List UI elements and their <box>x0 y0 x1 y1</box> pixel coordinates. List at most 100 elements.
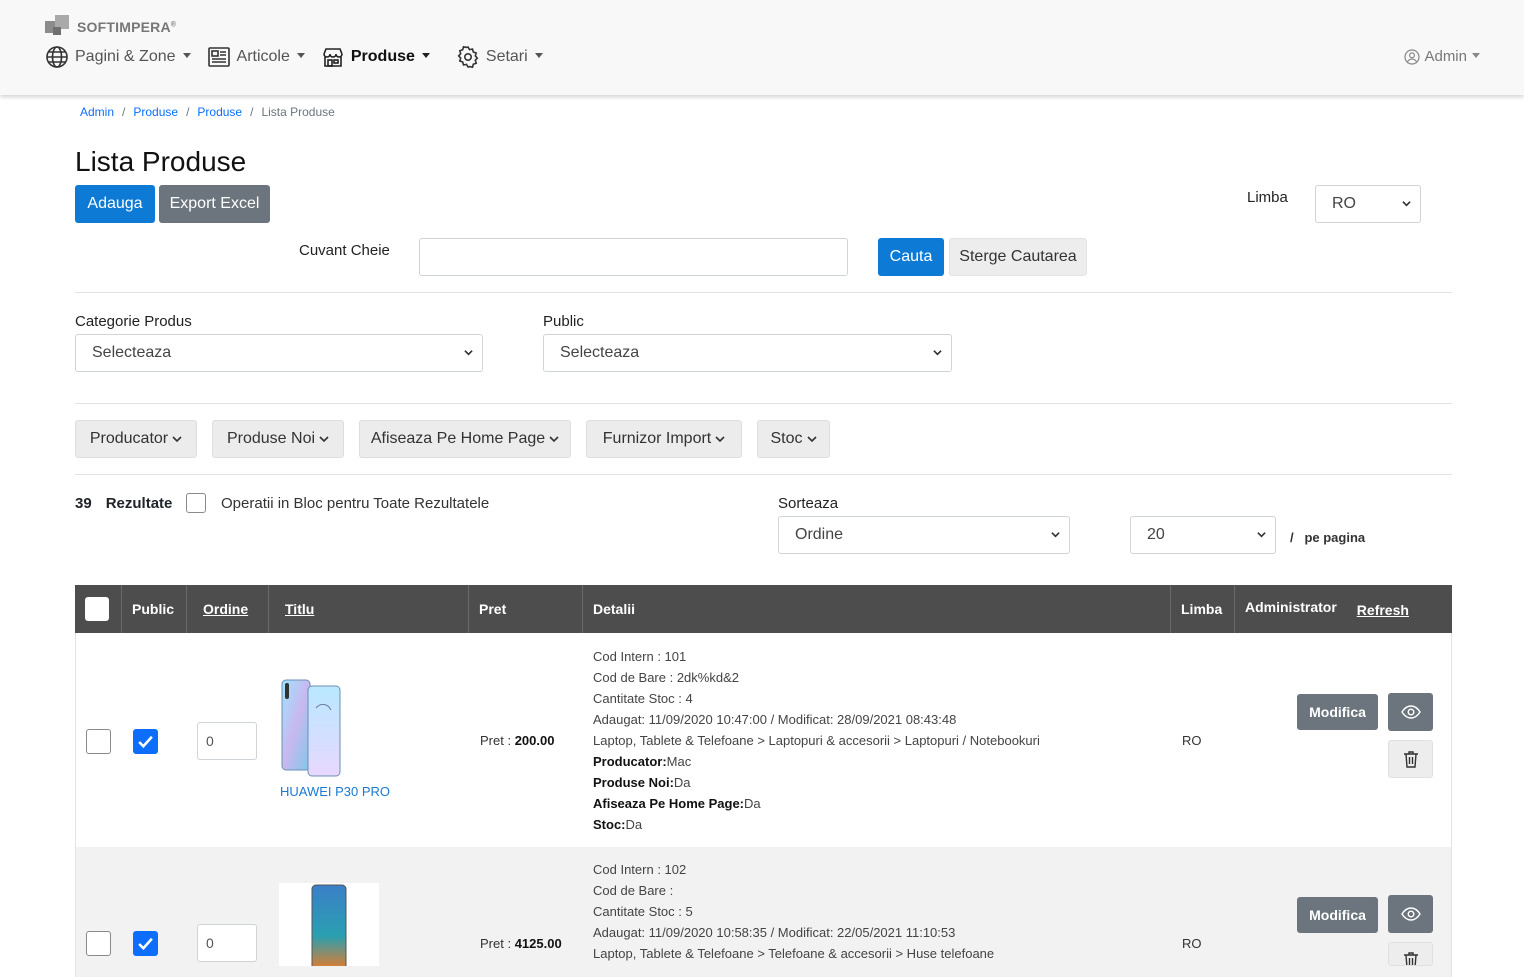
language-label: Limba <box>1247 189 1288 206</box>
header-details: Detalii <box>583 585 1171 633</box>
bulk-operations-checkbox[interactable] <box>186 493 206 513</box>
top-navbar: SOFTIMPERA® Pagini & Zone Articole Produ… <box>0 0 1524 95</box>
refresh-link[interactable]: Refresh <box>1357 602 1409 618</box>
brand-logo[interactable]: SOFTIMPERA® <box>45 15 176 39</box>
page-title: Lista Produse <box>75 146 247 177</box>
trash-icon <box>1403 751 1418 768</box>
view-button[interactable] <box>1388 895 1433 933</box>
nav-label: Setari <box>485 48 528 65</box>
sort-value: Ordine <box>795 526 844 543</box>
edit-button[interactable]: Modifica <box>1297 897 1378 933</box>
breadcrumb-produse-sub[interactable]: Produse <box>197 105 242 119</box>
chevron-down-icon <box>319 436 329 443</box>
header-admin-cell: Administrator Refresh <box>1235 585 1452 633</box>
breadcrumb-admin[interactable]: Admin <box>80 105 114 119</box>
row-public-checkbox[interactable] <box>133 729 158 754</box>
select-all-checkbox[interactable] <box>85 597 109 621</box>
product-image[interactable] <box>280 678 342 778</box>
chevron-down-icon <box>464 350 473 356</box>
view-button[interactable] <box>1388 693 1433 731</box>
product-image[interactable] <box>279 883 379 971</box>
add-button[interactable]: Adauga <box>75 185 155 223</box>
row-details: Cod Intern : 101 Cod de Bare : 2dk%kd&2 … <box>593 649 1040 832</box>
user-menu[interactable]: Admin <box>1404 48 1480 65</box>
export-excel-button[interactable]: Export Excel <box>159 185 270 223</box>
filter-producator-button[interactable]: Producator <box>75 420 197 458</box>
results-summary: 39 Rezultate <box>75 495 172 512</box>
newspaper-icon <box>207 47 230 67</box>
row-select-checkbox[interactable] <box>86 729 111 754</box>
divider <box>75 403 1452 404</box>
header-price: Pret <box>469 585 583 633</box>
row-order-input[interactable]: 0 <box>197 722 257 760</box>
caret-down-icon <box>421 53 430 58</box>
product-title-link[interactable]: HUAWEI P30 PRO <box>280 784 390 799</box>
breadcrumb-produse[interactable]: Produse <box>133 105 178 119</box>
row-select-checkbox[interactable] <box>86 931 111 956</box>
logo-mark-icon <box>45 15 73 39</box>
language-select[interactable]: RO <box>1315 185 1421 223</box>
filter-home-page-button[interactable]: Afiseaza Pe Home Page <box>359 420 571 458</box>
category-select[interactable]: Selecteaza <box>75 334 483 372</box>
clear-search-button[interactable]: Sterge Cautarea <box>949 238 1087 276</box>
sort-select[interactable]: Ordine <box>778 516 1070 554</box>
trash-icon <box>1403 952 1418 965</box>
nav-label: Produse <box>350 48 415 65</box>
shop-icon <box>323 48 343 67</box>
delete-button[interactable] <box>1388 740 1433 778</box>
keyword-input[interactable] <box>419 238 848 276</box>
header-admin: Administrator <box>1245 599 1337 615</box>
eye-icon <box>1400 705 1421 719</box>
nav-item-articole[interactable]: Articole <box>207 45 305 69</box>
nav-item-setari[interactable]: Setari <box>456 45 543 69</box>
filter-produse-noi-button[interactable]: Produse Noi <box>212 420 344 458</box>
chevron-down-icon <box>715 436 725 443</box>
globe-icon <box>46 46 68 68</box>
chevron-down-icon <box>549 436 559 443</box>
public-value: Selecteaza <box>560 344 640 361</box>
header-title-sort[interactable]: Titlu <box>269 585 469 633</box>
divider <box>75 474 1452 475</box>
row-public-checkbox[interactable] <box>133 931 158 956</box>
table-header: Public Ordine Titlu Pret Detalii Limba A… <box>75 585 1452 633</box>
keyword-label: Cuvant Cheie <box>299 242 390 259</box>
header-public: Public <box>122 585 187 633</box>
public-label: Public <box>543 313 584 330</box>
category-value: Selecteaza <box>92 344 172 361</box>
row-language: RO <box>1182 936 1202 951</box>
nav-item-pagini-zone[interactable]: Pagini & Zone <box>45 45 191 69</box>
nav-label: Articole <box>236 48 290 65</box>
nav-item-produse[interactable]: Produse <box>321 45 430 69</box>
divider <box>75 292 1452 293</box>
category-label: Categorie Produs <box>75 313 192 330</box>
row-price: Pret : 200.00 <box>480 733 555 748</box>
public-select[interactable]: Selecteaza <box>543 334 952 372</box>
edit-button[interactable]: Modifica <box>1297 694 1378 730</box>
results-count: 39 <box>75 495 92 512</box>
user-name: Admin <box>1424 48 1467 65</box>
caret-down-icon <box>1472 52 1480 58</box>
delete-button[interactable] <box>1388 942 1433 966</box>
checkmark-icon <box>138 937 153 951</box>
language-value: RO <box>1332 195 1356 212</box>
per-page-value: 20 <box>1147 526 1165 543</box>
chevron-down-icon <box>933 350 942 356</box>
row-order-input[interactable]: 0 <box>197 924 257 962</box>
main-nav: Pagini & Zone Articole Produse Setari <box>45 45 559 69</box>
filter-furnizor-button[interactable]: Furnizor Import <box>586 420 742 458</box>
caret-down-icon <box>534 53 543 58</box>
eye-icon <box>1400 907 1421 921</box>
search-button[interactable]: Cauta <box>878 238 944 276</box>
filter-stoc-button[interactable]: Stoc <box>757 420 830 458</box>
caret-down-icon <box>182 53 191 58</box>
row-price: Pret : 4125.00 <box>480 936 562 951</box>
per-page-select[interactable]: 20 <box>1130 516 1276 554</box>
chevron-down-icon <box>1051 532 1060 538</box>
header-order-sort[interactable]: Ordine <box>187 585 269 633</box>
sort-label: Sorteaza <box>778 495 839 512</box>
chevron-down-icon <box>1402 201 1411 207</box>
row-language: RO <box>1182 733 1202 748</box>
chevron-down-icon <box>172 436 182 443</box>
breadcrumb: Admin / Produse / Produse / Lista Produse <box>80 105 335 119</box>
per-page-label: / pe pagina <box>1290 530 1366 545</box>
